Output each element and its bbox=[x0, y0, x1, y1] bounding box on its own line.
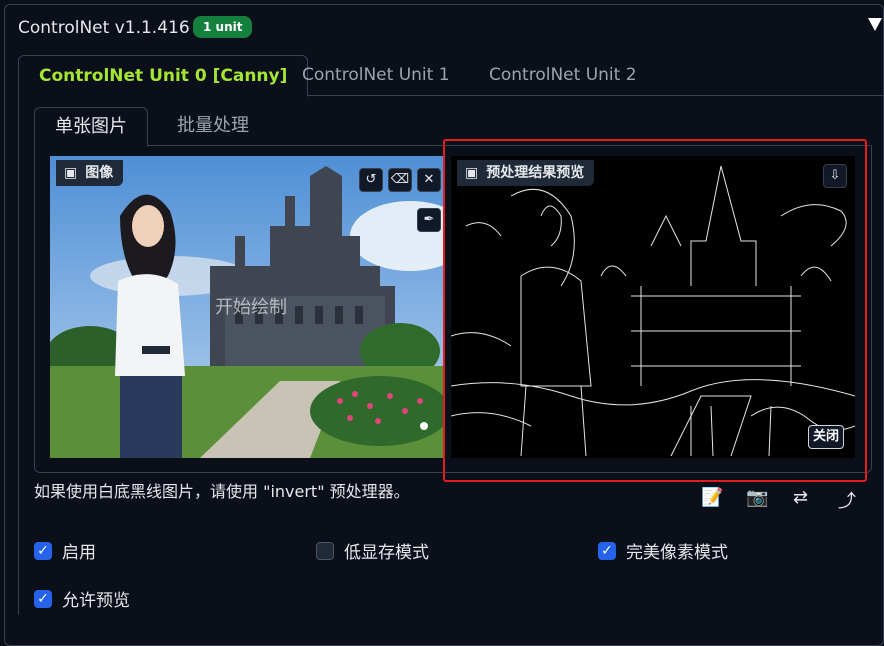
unchecked-box-icon[interactable] bbox=[316, 541, 334, 560]
image-label: 图像 bbox=[85, 165, 114, 181]
unit-count-badge: 1 unit bbox=[193, 16, 253, 38]
send-dimensions-icon[interactable]: ⤴ bbox=[838, 487, 856, 513]
invert-hint-text: 如果使用白底黑线图片，请使用 "invert" 预处理器。 bbox=[34, 482, 410, 501]
brush-cursor bbox=[420, 422, 428, 430]
highlight-box bbox=[443, 139, 867, 482]
close-icon[interactable]: ✕ bbox=[417, 168, 441, 192]
tab-unit-0[interactable]: ControlNet Unit 0 [Canny] bbox=[18, 55, 309, 97]
pixel-perfect-label: 完美像素模式 bbox=[626, 543, 728, 563]
camera-icon[interactable]: 📷 bbox=[746, 487, 768, 508]
eraser-icon[interactable]: ⌫ bbox=[388, 168, 412, 192]
panel-title: ControlNet v1.1.416 bbox=[18, 18, 190, 38]
image-icon: ▣ bbox=[64, 165, 78, 181]
tab-unit-2[interactable]: ControlNet Unit 2 bbox=[469, 55, 657, 95]
allow-preview-checkbox[interactable]: ✓ 允许预览 bbox=[34, 586, 130, 611]
undo-icon[interactable]: ↺ bbox=[359, 168, 383, 192]
brush-icon[interactable]: ✒ bbox=[417, 208, 441, 232]
tab-unit-1[interactable]: ControlNet Unit 1 bbox=[282, 55, 470, 95]
low-vram-label: 低显存模式 bbox=[344, 543, 429, 563]
swap-icon[interactable]: ⇄ bbox=[793, 487, 808, 508]
canvas-watermark: 开始绘制 bbox=[215, 297, 287, 318]
check-icon[interactable]: ✓ bbox=[34, 589, 52, 608]
image-label-chip: ▣ 图像 bbox=[56, 160, 124, 186]
tab-single-image[interactable]: 单张图片 bbox=[34, 107, 148, 147]
enable-label: 启用 bbox=[62, 543, 96, 563]
collapse-triangle-icon[interactable] bbox=[868, 18, 882, 31]
input-image-canvas[interactable]: ▣ 图像 ↺ ⌫ ✕ ✒ 开始绘制 bbox=[50, 156, 445, 458]
check-icon[interactable]: ✓ bbox=[34, 541, 52, 560]
allow-preview-label: 允许预览 bbox=[62, 591, 130, 611]
notepad-icon[interactable]: 📝 bbox=[701, 487, 723, 508]
check-icon[interactable]: ✓ bbox=[598, 541, 616, 560]
tab-batch[interactable]: 批量处理 bbox=[157, 107, 269, 145]
enable-checkbox[interactable]: ✓ 启用 bbox=[34, 538, 96, 563]
low-vram-checkbox[interactable]: 低显存模式 bbox=[316, 538, 429, 563]
pixel-perfect-checkbox[interactable]: ✓ 完美像素模式 bbox=[598, 538, 728, 563]
